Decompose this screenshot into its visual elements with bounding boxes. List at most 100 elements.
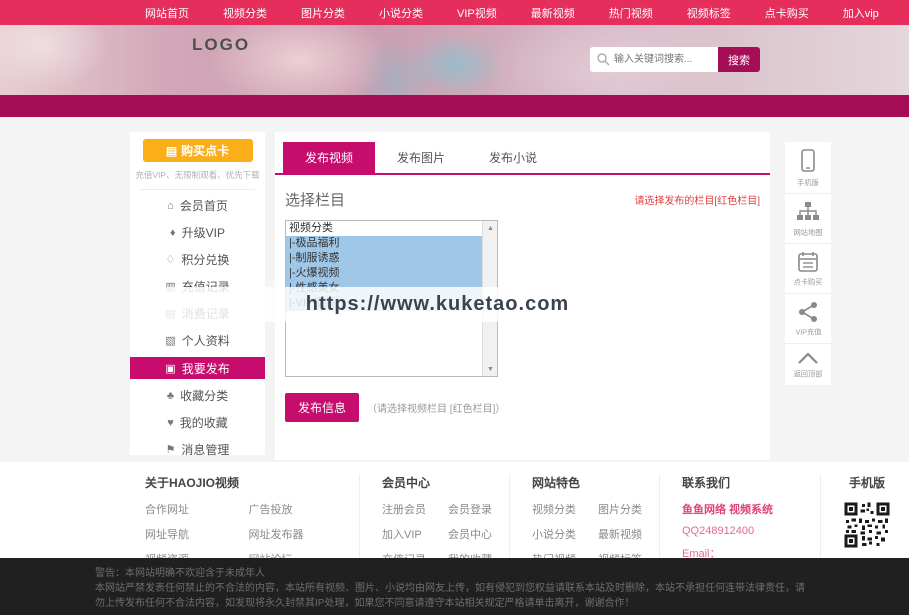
footer-col-title: 联系我们 xyxy=(681,476,730,490)
footer-link[interactable]: 加入VIP xyxy=(382,526,426,542)
footer-link[interactable]: 小说分类 xyxy=(532,526,576,542)
search-button[interactable]: 搜索 xyxy=(718,47,760,72)
sidebar-item-label: 收藏分类 xyxy=(180,389,229,403)
chevron-up-icon xyxy=(798,352,818,364)
category-option[interactable]: |-火爆视频 xyxy=(286,266,482,281)
rail-label: 手机版 xyxy=(797,178,819,187)
footer-mobile: 手机版 xyxy=(820,474,909,558)
sidebar-item-icon: ⌂ xyxy=(167,199,174,212)
rail-label: 网站地图 xyxy=(793,228,823,237)
card-icon: ▤ xyxy=(165,144,178,158)
sidebar-item[interactable]: ⌂ 会员首页 xyxy=(130,192,265,219)
footer-link[interactable]: 最新视频 xyxy=(598,526,642,542)
rail-item-mobile[interactable]: 手机版 xyxy=(785,142,831,194)
rail-item-sitemap[interactable]: 网站地图 xyxy=(785,194,831,244)
rail-label: 返回顶部 xyxy=(793,370,823,379)
sidebar-item-icon: ⚑ xyxy=(165,444,176,456)
rail-item-top[interactable]: 返回顶部 xyxy=(785,344,831,385)
nav-item[interactable]: 视频标签 xyxy=(687,5,731,21)
rail-item-vip[interactable]: VIP充值 xyxy=(785,294,831,344)
footer-col-title: 网站特色 xyxy=(531,476,580,490)
sidebar-item[interactable]: ▧ 个人资料 xyxy=(130,327,265,354)
sidebar-item-label: 积分兑换 xyxy=(181,253,230,267)
sidebar-item-label: 消息管理 xyxy=(181,443,230,457)
page: 网站首页 视频分类 图片分类 小说分类 VIP视频 最新视频 热门视频 视频标签 点卡购买 加入v… xyxy=(0,0,909,615)
sidebar-item-label: 会员首页 xyxy=(179,199,228,213)
contact-brand: 鱼鱼网络 视频系统 xyxy=(681,504,774,516)
rail-item-card[interactable]: 点卡购买 xyxy=(785,244,831,294)
sidebar-item-label: 我的收藏 xyxy=(179,416,228,430)
publish-tabs: 发布视频 发布图片 发布小说 xyxy=(275,132,770,175)
publish-button[interactable]: 发布信息 xyxy=(285,393,360,422)
publish-hint: （请选择视频栏目 [红色栏目]） xyxy=(367,404,506,415)
divider xyxy=(140,189,255,190)
section-header: 选择栏目 请选择发布的栏目[红色栏目] xyxy=(275,175,770,210)
buy-card-button[interactable]: ▤ 购买点卡 xyxy=(142,139,253,162)
sidebar-item-label: 我要发布 xyxy=(181,361,230,376)
sidebar-item-icon: ♥ xyxy=(167,416,174,429)
accent-strip xyxy=(0,95,909,117)
footer-link[interactable]: 网址发布器 xyxy=(248,526,341,542)
watermark: https://www.kuketao.com xyxy=(150,287,725,322)
footer-link[interactable]: 注册会员 xyxy=(382,501,426,517)
category-option[interactable]: 视频分类 xyxy=(286,221,482,236)
publish-tab[interactable]: 发布视频 xyxy=(283,142,376,173)
footer-col-title: 关于HAOJIO视频 xyxy=(145,476,240,490)
disclaimer-line2: 本网站严禁发表任何禁止的不合法的内容，本站所有视频、图片、小说均由网友上传，如有… xyxy=(95,583,805,609)
search-box: 搜索 xyxy=(590,47,760,72)
publish-tab[interactable]: 发布图片 xyxy=(375,142,467,173)
header-banner: LOGO 搜索 xyxy=(0,25,909,95)
publish-row: 发布信息 （请选择视频栏目 [红色栏目]） xyxy=(285,393,770,422)
footer-link[interactable]: 会员中心 xyxy=(448,526,492,542)
sidebar-menu: ⌂ 会员首页 ♦ 升级VIP ♢ 积分兑换 ▥ 充值记录 ▤ 消费记录 ▧ 个人… xyxy=(130,192,265,490)
share-icon xyxy=(799,302,817,322)
site-logo: LOGO xyxy=(192,35,251,54)
search-icon xyxy=(597,53,610,66)
sidebar-item-icon: ♢ xyxy=(165,254,176,266)
footer-link[interactable]: 视频分类 xyxy=(532,501,576,517)
phone-icon xyxy=(801,149,815,172)
footer-link[interactable]: 会员登录 xyxy=(448,501,492,517)
footer-link[interactable]: 合作网址 xyxy=(145,501,226,517)
sidebar-item-label: 升级VIP xyxy=(181,226,225,240)
footer: 关于HAOJIO视频 合作网址广告投放网址导航网址发布器视频资源网站论坛 会员中… xyxy=(0,462,909,591)
nav-item[interactable]: 图片分类 xyxy=(301,5,345,21)
scroll-down-icon[interactable]: ▼ xyxy=(483,362,497,376)
nav-item[interactable]: 视频分类 xyxy=(223,5,267,21)
sidebar-item-icon: ♣ xyxy=(166,389,175,402)
nav-item[interactable]: 小说分类 xyxy=(379,5,423,21)
sidebar-item[interactable]: ♢ 积分兑换 xyxy=(130,246,265,273)
sidebar-item-icon: ▧ xyxy=(165,335,176,347)
sidebar-item[interactable]: ♦ 升级VIP xyxy=(130,219,265,246)
footer-features: 网站特色 视频分类图片分类小说分类最新视频热门视频视频标签加入VIPVIP视频 xyxy=(508,474,659,591)
category-option[interactable]: |-极品福利 xyxy=(286,236,482,251)
publish-tab[interactable]: 发布小说 xyxy=(467,142,559,173)
section-title: 选择栏目 xyxy=(285,192,346,209)
category-option[interactable]: |-制服诱惑 xyxy=(286,251,482,266)
nav-item[interactable]: 网站首页 xyxy=(145,5,189,21)
footer-link[interactable]: 广告投放 xyxy=(248,501,341,517)
sidebar-item[interactable]: ⚑ 消息管理 xyxy=(130,436,265,463)
column-hint-link[interactable]: 请选择发布的栏目[红色栏目] xyxy=(634,192,760,207)
sidebar-item[interactable]: ▣ 我要发布 xyxy=(130,357,265,379)
footer-link[interactable]: 图片分类 xyxy=(598,501,642,517)
sidebar-item-icon: ♦ xyxy=(170,226,176,239)
rail-label: VIP充值 xyxy=(794,328,822,337)
footer-link[interactable]: 网址导航 xyxy=(145,526,226,542)
nav-item[interactable]: 点卡购买 xyxy=(765,5,809,21)
footer-member: 会员中心 注册会员会员登录加入VIP会员中心充值记录我的收藏 xyxy=(358,474,509,566)
sidebar-item-label: 个人资料 xyxy=(181,334,230,348)
scroll-up-icon[interactable]: ▲ xyxy=(483,221,497,235)
nav-item[interactable]: 热门视频 xyxy=(609,5,653,21)
nav-item[interactable]: 最新视频 xyxy=(531,5,575,21)
footer-about: 关于HAOJIO视频 合作网址广告投放网址导航网址发布器视频资源网站论坛 xyxy=(145,474,359,566)
top-navigation: 网站首页 视频分类 图片分类 小说分类 VIP视频 最新视频 热门视频 视频标签 点卡购买 加入v… xyxy=(0,0,909,25)
sidebar-item[interactable]: ♥ 我的收藏 xyxy=(130,409,265,436)
footer-col-title: 会员中心 xyxy=(381,476,430,490)
rail-label: 点卡购买 xyxy=(793,278,823,287)
sidebar-item-icon: ▣ xyxy=(165,362,176,375)
nav-item[interactable]: VIP视频 xyxy=(457,5,497,21)
sidebar-item[interactable]: ♣ 收藏分类 xyxy=(130,382,265,409)
footer-col-title: 手机版 xyxy=(848,476,885,490)
nav-item[interactable]: 加入vip xyxy=(843,5,879,21)
